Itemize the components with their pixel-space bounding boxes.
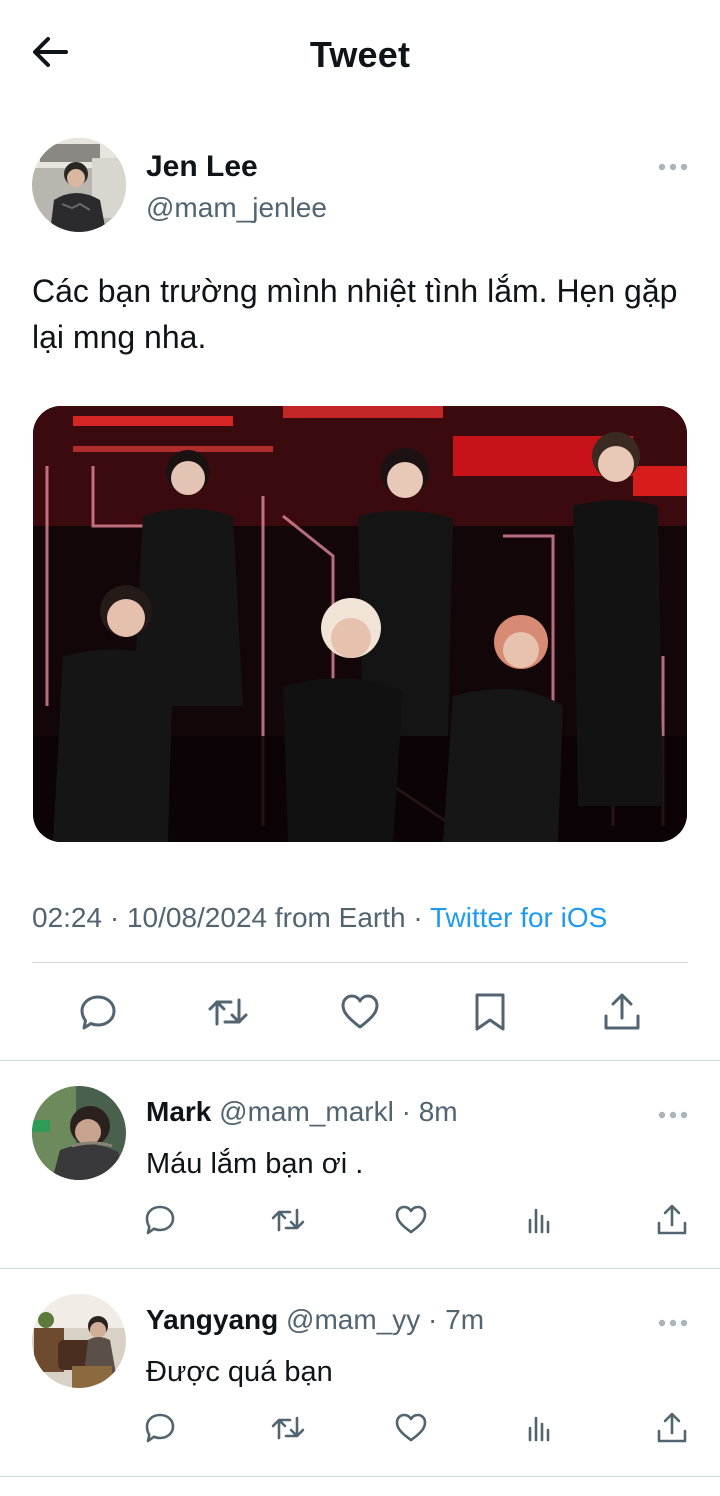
analytics-icon[interactable] — [522, 1202, 558, 1238]
top-bar: Tweet — [0, 0, 720, 110]
timestamp-text: 02:24 · 10/08/2024 from Earth · — [32, 902, 430, 933]
like-icon[interactable] — [393, 1410, 429, 1446]
reply-author-handle[interactable]: @mam_yy — [286, 1304, 420, 1335]
reply-header: Mark @mam_markl · 8m — [146, 1096, 458, 1128]
reply-icon[interactable] — [142, 1202, 178, 1238]
retweet-icon[interactable] — [270, 1202, 306, 1238]
reply-time: 7m — [445, 1304, 485, 1335]
retweet-icon[interactable] — [206, 990, 250, 1034]
bookmark-icon[interactable] — [468, 990, 512, 1034]
more-options-icon[interactable] — [652, 156, 694, 178]
reply-text: Được quá bạn — [146, 1356, 333, 1388]
reply-tweet[interactable]: Yangyang @mam_yy · 7m Được quá bạn — [0, 1268, 720, 1474]
reply-icon[interactable] — [142, 1410, 178, 1446]
more-options-icon[interactable] — [652, 1312, 694, 1334]
like-icon[interactable] — [393, 1202, 429, 1238]
divider — [0, 1476, 720, 1477]
share-icon[interactable] — [654, 1410, 690, 1446]
tweet-action-bar — [0, 990, 720, 1038]
page-title: Tweet — [309, 34, 411, 75]
reply-author-handle[interactable]: @mam_markl — [219, 1096, 394, 1127]
share-icon[interactable] — [600, 990, 644, 1034]
like-icon[interactable] — [338, 990, 382, 1034]
reply-author-name[interactable]: Mark — [146, 1096, 211, 1127]
tweet-photo[interactable] — [33, 406, 687, 842]
reply-tweet[interactable]: Mark @mam_markl · 8m Máu lắm bạn ơi . — [0, 1060, 720, 1266]
author-handle[interactable]: @mam_jenlee — [146, 192, 327, 224]
author-avatar[interactable] — [32, 138, 126, 232]
reply-author-name[interactable]: Yangyang — [146, 1304, 278, 1335]
reply-icon[interactable] — [76, 990, 120, 1034]
reply-avatar[interactable] — [32, 1294, 126, 1388]
divider — [32, 962, 688, 963]
analytics-icon[interactable] — [522, 1410, 558, 1446]
reply-text: Máu lắm bạn ơi . — [146, 1148, 364, 1180]
reply-time: 8m — [418, 1096, 458, 1127]
tweet-source-link[interactable]: Twitter for iOS — [430, 902, 607, 933]
share-icon[interactable] — [654, 1202, 690, 1238]
separator-dot: · — [428, 1304, 438, 1335]
reply-avatar[interactable] — [32, 1086, 126, 1180]
more-options-icon[interactable] — [652, 1104, 694, 1126]
author-name[interactable]: Jen Lee — [146, 150, 258, 184]
reply-header: Yangyang @mam_yy · 7m — [146, 1304, 484, 1336]
tweet-timestamp: 02:24 · 10/08/2024 from Earth · Twitter … — [32, 902, 607, 934]
tweet-text: Các bạn trường mình nhiệt tình lắm. Hẹn … — [32, 273, 678, 355]
separator-dot: · — [401, 1096, 411, 1127]
retweet-icon[interactable] — [270, 1410, 306, 1446]
